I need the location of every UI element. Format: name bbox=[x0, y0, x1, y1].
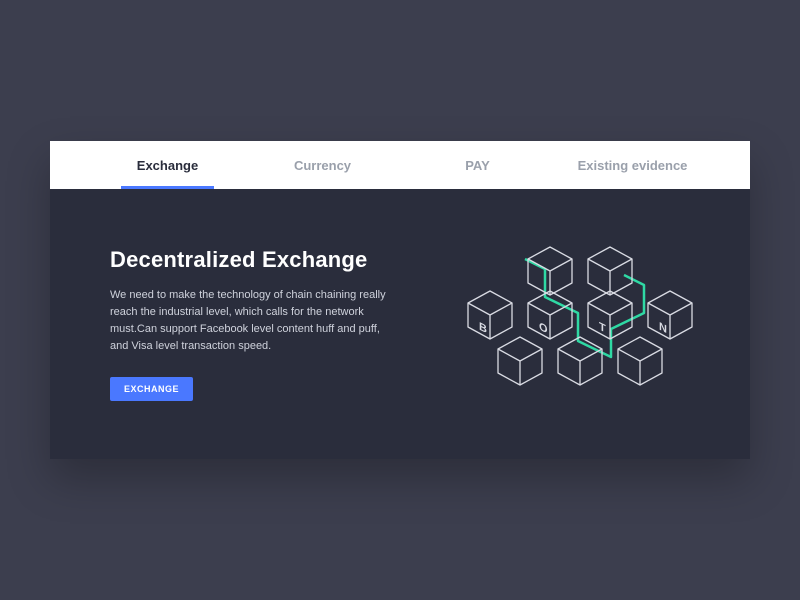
panel-body: We need to make the technology of chain … bbox=[110, 287, 400, 355]
tab-existing-evidence[interactable]: Existing evidence bbox=[555, 141, 710, 189]
content-panel: Decentralized Exchange We need to make t… bbox=[50, 189, 750, 459]
cubes-illustration: B O T N bbox=[450, 229, 710, 419]
tab-bar: Exchange Currency PAY Existing evidence bbox=[50, 141, 750, 189]
panel-heading: Decentralized Exchange bbox=[110, 247, 420, 273]
tab-currency[interactable]: Currency bbox=[245, 141, 400, 189]
exchange-button[interactable]: EXCHANGE bbox=[110, 377, 193, 401]
text-content: Decentralized Exchange We need to make t… bbox=[110, 247, 420, 401]
tab-exchange[interactable]: Exchange bbox=[90, 141, 245, 189]
tab-pay[interactable]: PAY bbox=[400, 141, 555, 189]
feature-card: Exchange Currency PAY Existing evidence … bbox=[50, 141, 750, 459]
